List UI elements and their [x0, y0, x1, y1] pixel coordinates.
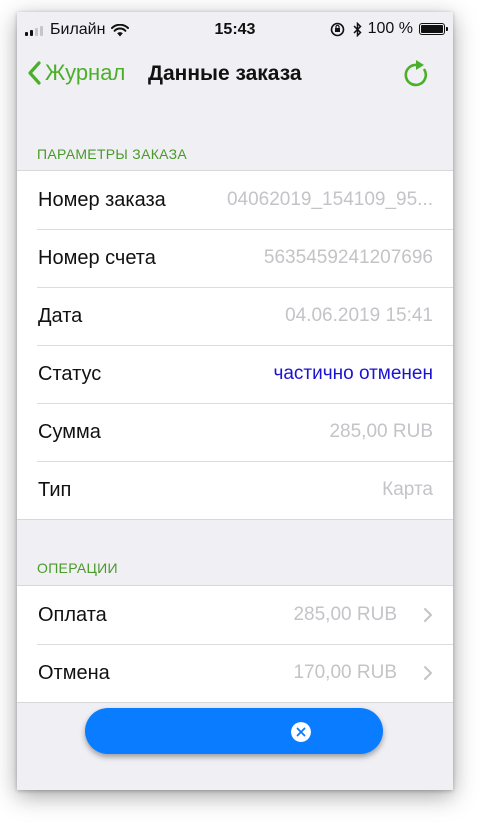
row-status: Статус частично отменен — [17, 345, 453, 403]
page-title: Данные заказа — [148, 62, 302, 85]
row-operation-payment[interactable]: Оплата 285,00 RUB — [17, 586, 453, 644]
navigation-bar: Журнал Данные заказа — [17, 48, 453, 104]
back-button[interactable]: Журнал — [27, 60, 125, 86]
cancel-action-button[interactable] — [85, 708, 383, 754]
status-bar: Билайн 15:43 100 % — [17, 12, 453, 48]
row-value: 5635459241207696 — [263, 247, 433, 268]
battery-icon — [419, 23, 448, 35]
row-value: 04.06.2019 15:41 — [285, 305, 433, 326]
order-params-group: Номер заказа 04062019_154109_95... Номер… — [17, 170, 453, 520]
row-label: Сумма — [38, 420, 101, 443]
row-label: Номер заказа — [38, 188, 166, 211]
row-amount: Сумма 285,00 RUB — [17, 403, 453, 461]
refresh-icon — [404, 60, 428, 87]
row-value: 170,00 RUB — [293, 662, 397, 683]
operations-group: Оплата 285,00 RUB Отмена 170,00 RUB — [17, 585, 453, 703]
row-date: Дата 04.06.2019 15:41 — [17, 287, 453, 345]
chevron-right-icon — [424, 608, 432, 622]
close-circle-icon — [291, 722, 311, 742]
row-value: 04062019_154109_95... — [226, 189, 433, 210]
row-label: Номер счета — [38, 246, 156, 269]
row-label: Отмена — [38, 661, 110, 684]
row-order-number: Номер заказа 04062019_154109_95... — [17, 171, 453, 229]
section-header-operations: ОПЕРАЦИИ — [37, 560, 118, 576]
row-value: Карта — [382, 479, 433, 500]
status-right: 100 % — [330, 20, 448, 38]
orientation-lock-icon — [330, 22, 344, 36]
row-value: 285,00 RUB — [329, 421, 433, 442]
row-label: Дата — [38, 304, 83, 327]
back-label: Журнал — [45, 60, 126, 85]
refresh-button[interactable] — [403, 59, 431, 94]
row-account-number: Номер счета 5635459241207696 — [17, 229, 453, 287]
row-type: Тип Карта — [17, 461, 453, 519]
status-value: частично отменен — [273, 363, 433, 384]
chevron-right-icon — [424, 666, 432, 680]
chevron-left-icon — [28, 61, 41, 85]
row-value: 285,00 RUB — [293, 604, 397, 625]
battery-percent: 100 % — [367, 20, 413, 37]
bluetooth-icon — [353, 21, 362, 37]
row-label: Оплата — [38, 603, 107, 626]
row-label: Тип — [38, 478, 72, 501]
row-label: Статус — [38, 362, 102, 385]
section-header-order-params: ПАРАМЕТРЫ ЗАКАЗА — [37, 146, 188, 162]
row-operation-cancel[interactable]: Отмена 170,00 RUB — [17, 644, 453, 702]
battery-fill — [421, 25, 443, 33]
phone-screen: Билайн 15:43 100 % Журнал Данные заказа … — [17, 12, 453, 790]
